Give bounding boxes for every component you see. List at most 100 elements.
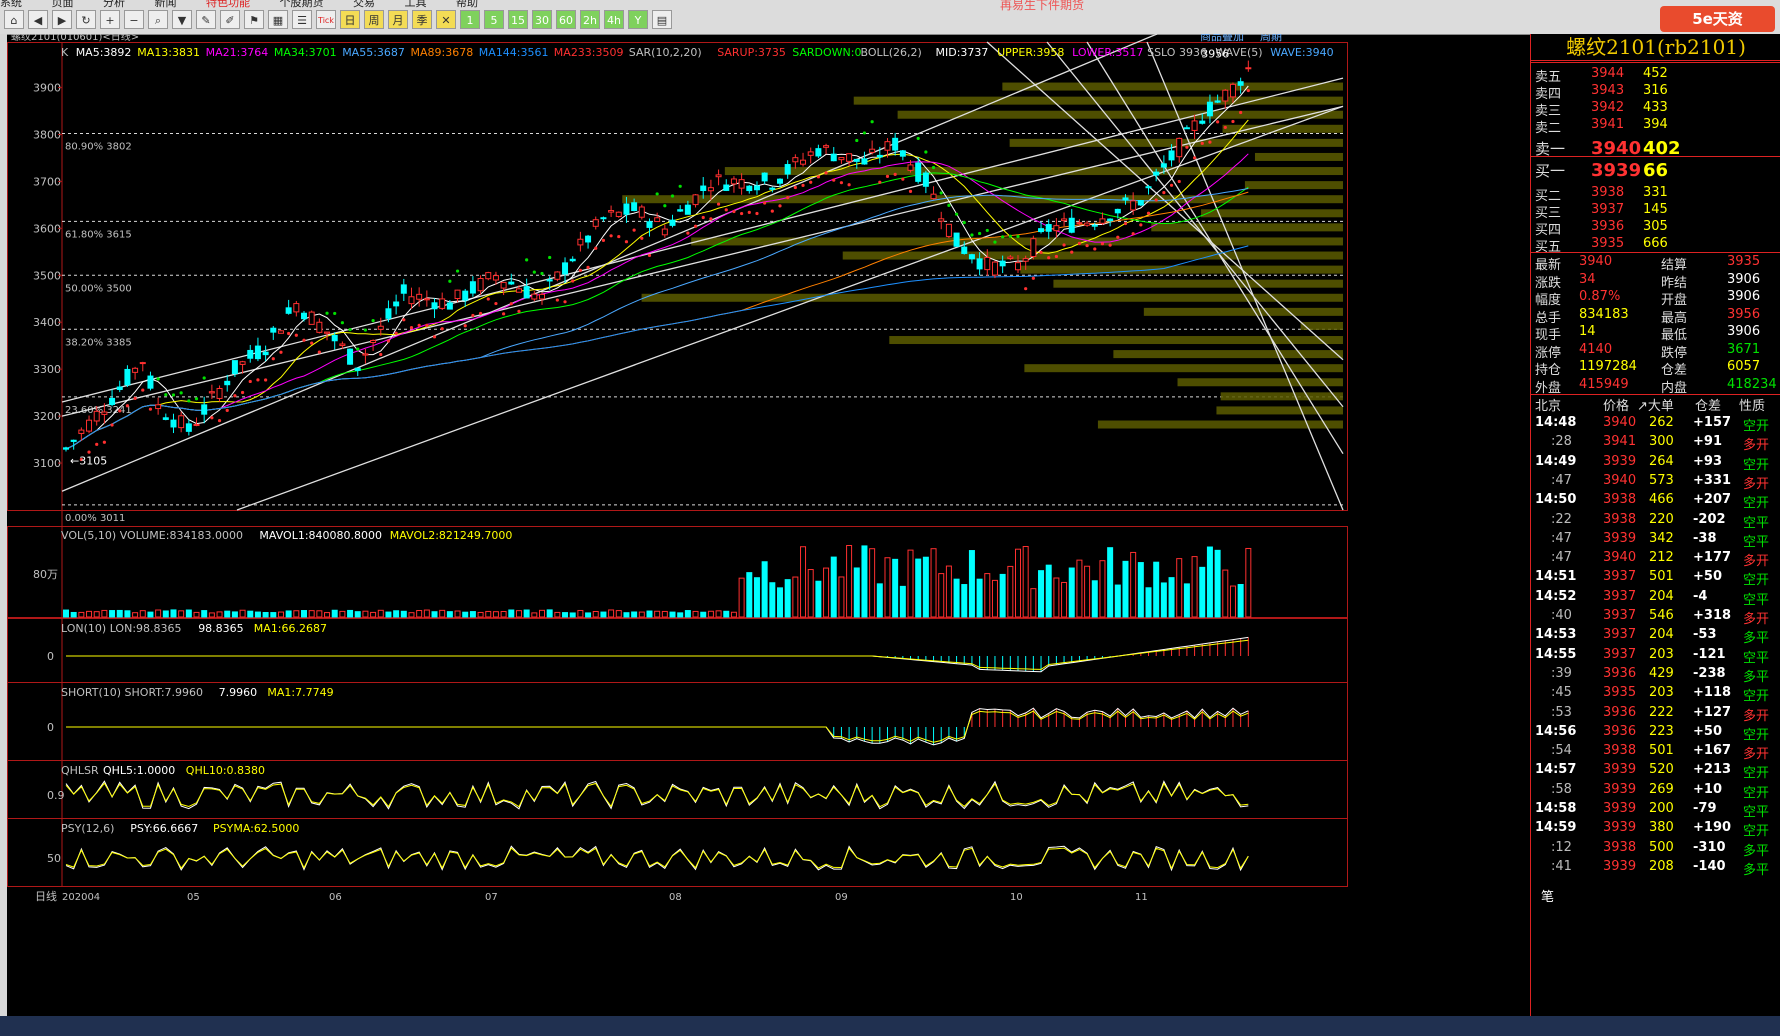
stat-label: 涨跌	[1535, 275, 1562, 291]
candle-body	[1160, 163, 1167, 168]
tick-time: 14:53	[1535, 627, 1577, 643]
grid-icon[interactable]: ▦	[268, 10, 288, 29]
menu-item[interactable]: 交易	[353, 0, 375, 9]
filter-green-icon[interactable]: Y	[628, 10, 648, 29]
candle-body	[846, 153, 853, 162]
menu-item[interactable]: 工具	[405, 0, 427, 9]
volume-bar	[1114, 584, 1121, 618]
volume-bar	[270, 612, 277, 618]
stat-label: 外盘	[1535, 380, 1562, 396]
candle-body	[239, 361, 246, 365]
candle-body	[730, 178, 737, 185]
sar-dot	[517, 309, 521, 313]
period-week-button[interactable]: 周	[364, 10, 384, 29]
chart-area[interactable]: 80.90% 3802 61.80% 3615 50.00% 3500 38.20% …	[7, 34, 1530, 1016]
indicator-ma-line	[66, 710, 1249, 743]
tick-icon[interactable]: Tick	[316, 10, 336, 29]
sar-dot	[371, 318, 375, 323]
volume-profile-bar	[1020, 265, 1343, 274]
volume-bar	[1229, 585, 1236, 618]
sar-dot	[325, 311, 329, 315]
period-15m-button[interactable]: 15	[508, 10, 528, 29]
pin-icon[interactable]: ⚑	[244, 10, 264, 29]
pen-icon[interactable]: ✎	[196, 10, 216, 29]
stat-value: 415949	[1579, 376, 1629, 392]
search-icon[interactable]: ⌕	[148, 10, 168, 29]
menu-item[interactable]: 系统	[0, 0, 22, 9]
period-5m-button[interactable]: 5	[484, 10, 504, 29]
candle-body	[1091, 224, 1098, 227]
tick-price: 3940	[1603, 415, 1637, 430]
menu-item[interactable]: 分析	[103, 0, 125, 9]
volume-bar	[592, 610, 599, 618]
candle-body	[615, 211, 622, 217]
volume-profile-bar	[1244, 181, 1343, 190]
candle-body	[216, 387, 223, 399]
menu-item[interactable]: 个股期货	[280, 0, 324, 9]
legend-item: WAVE:3940	[1270, 46, 1333, 59]
zoom-out-icon[interactable]: −	[124, 10, 144, 29]
volume-bar	[876, 583, 883, 618]
candle-body	[669, 219, 676, 226]
candle-body	[892, 137, 899, 151]
period-2h-button[interactable]: 2h	[580, 10, 600, 29]
volume-bar	[730, 611, 737, 618]
tick-kind: 空开	[1743, 573, 1770, 589]
candle-body	[116, 386, 123, 390]
period-day-button[interactable]: 日	[340, 10, 360, 29]
period-1m-button[interactable]: 1	[460, 10, 480, 29]
candle-body	[1053, 225, 1060, 232]
sar-dot	[1162, 191, 1166, 195]
period-custom-icon[interactable]: ✕	[436, 10, 456, 29]
list-icon[interactable]: ☰	[292, 10, 312, 29]
candle-body	[638, 206, 645, 218]
period-4h-button[interactable]: 4h	[604, 10, 624, 29]
tick-time: :39	[1551, 665, 1572, 681]
period-60m-button[interactable]: 60	[556, 10, 576, 29]
candle-body	[132, 367, 139, 373]
zoom-in-icon[interactable]: +	[100, 10, 120, 29]
calendar-icon[interactable]: ▤	[652, 10, 672, 29]
volume-bar	[815, 580, 822, 618]
left-side-tabs[interactable]	[0, 34, 7, 1016]
broker-logo: 5e天资	[1660, 6, 1775, 32]
volume-bar	[362, 610, 369, 618]
fib-label: 38.20% 3385	[65, 337, 132, 348]
forward-icon[interactable]: ▶	[52, 10, 72, 29]
home-icon[interactable]: ⌂	[4, 10, 24, 29]
sar-dot	[148, 407, 153, 411]
menu-item[interactable]: 帮助	[456, 0, 478, 9]
period-month-button[interactable]: 月	[388, 10, 408, 29]
candle-body	[1137, 200, 1144, 206]
tick-volume: 222	[1649, 704, 1674, 720]
indicator-axis-label: 0	[47, 721, 54, 734]
menu-item[interactable]: 特色功能	[206, 0, 250, 9]
period-quarter-button[interactable]: 季	[412, 10, 432, 29]
sar-dot	[786, 196, 790, 200]
sar-dot	[578, 268, 582, 272]
sar-dot	[156, 377, 160, 381]
tick-diff: -53	[1693, 627, 1717, 643]
candle-body	[915, 162, 922, 182]
volume-bar	[254, 611, 261, 618]
period-30m-button[interactable]: 30	[532, 10, 552, 29]
sar-dot	[102, 440, 106, 444]
x-tick-label: 06	[329, 892, 342, 903]
candle-body	[485, 272, 492, 280]
tick-row: 14:51 3937 501 +50 空开	[1531, 569, 1780, 589]
filter-icon[interactable]: ▼	[172, 10, 192, 29]
refresh-icon[interactable]: ↻	[76, 10, 96, 29]
back-icon[interactable]: ◀	[28, 10, 48, 29]
volume-bar	[139, 610, 146, 618]
candle-body	[185, 423, 192, 432]
menu-item[interactable]: 新闻	[155, 0, 177, 9]
legend-item: MA233:3509	[554, 46, 624, 59]
stat-label: 总手	[1535, 310, 1562, 326]
tick-kind: 空开	[1743, 457, 1770, 473]
tick-kind: 多开	[1743, 476, 1770, 492]
tick-volume: 204	[1649, 588, 1674, 604]
draw-icon[interactable]: ✐	[220, 10, 240, 29]
volume-profile-bar	[842, 251, 1343, 260]
menu-item[interactable]: 页面	[52, 0, 74, 9]
volume-bar	[1145, 587, 1152, 618]
